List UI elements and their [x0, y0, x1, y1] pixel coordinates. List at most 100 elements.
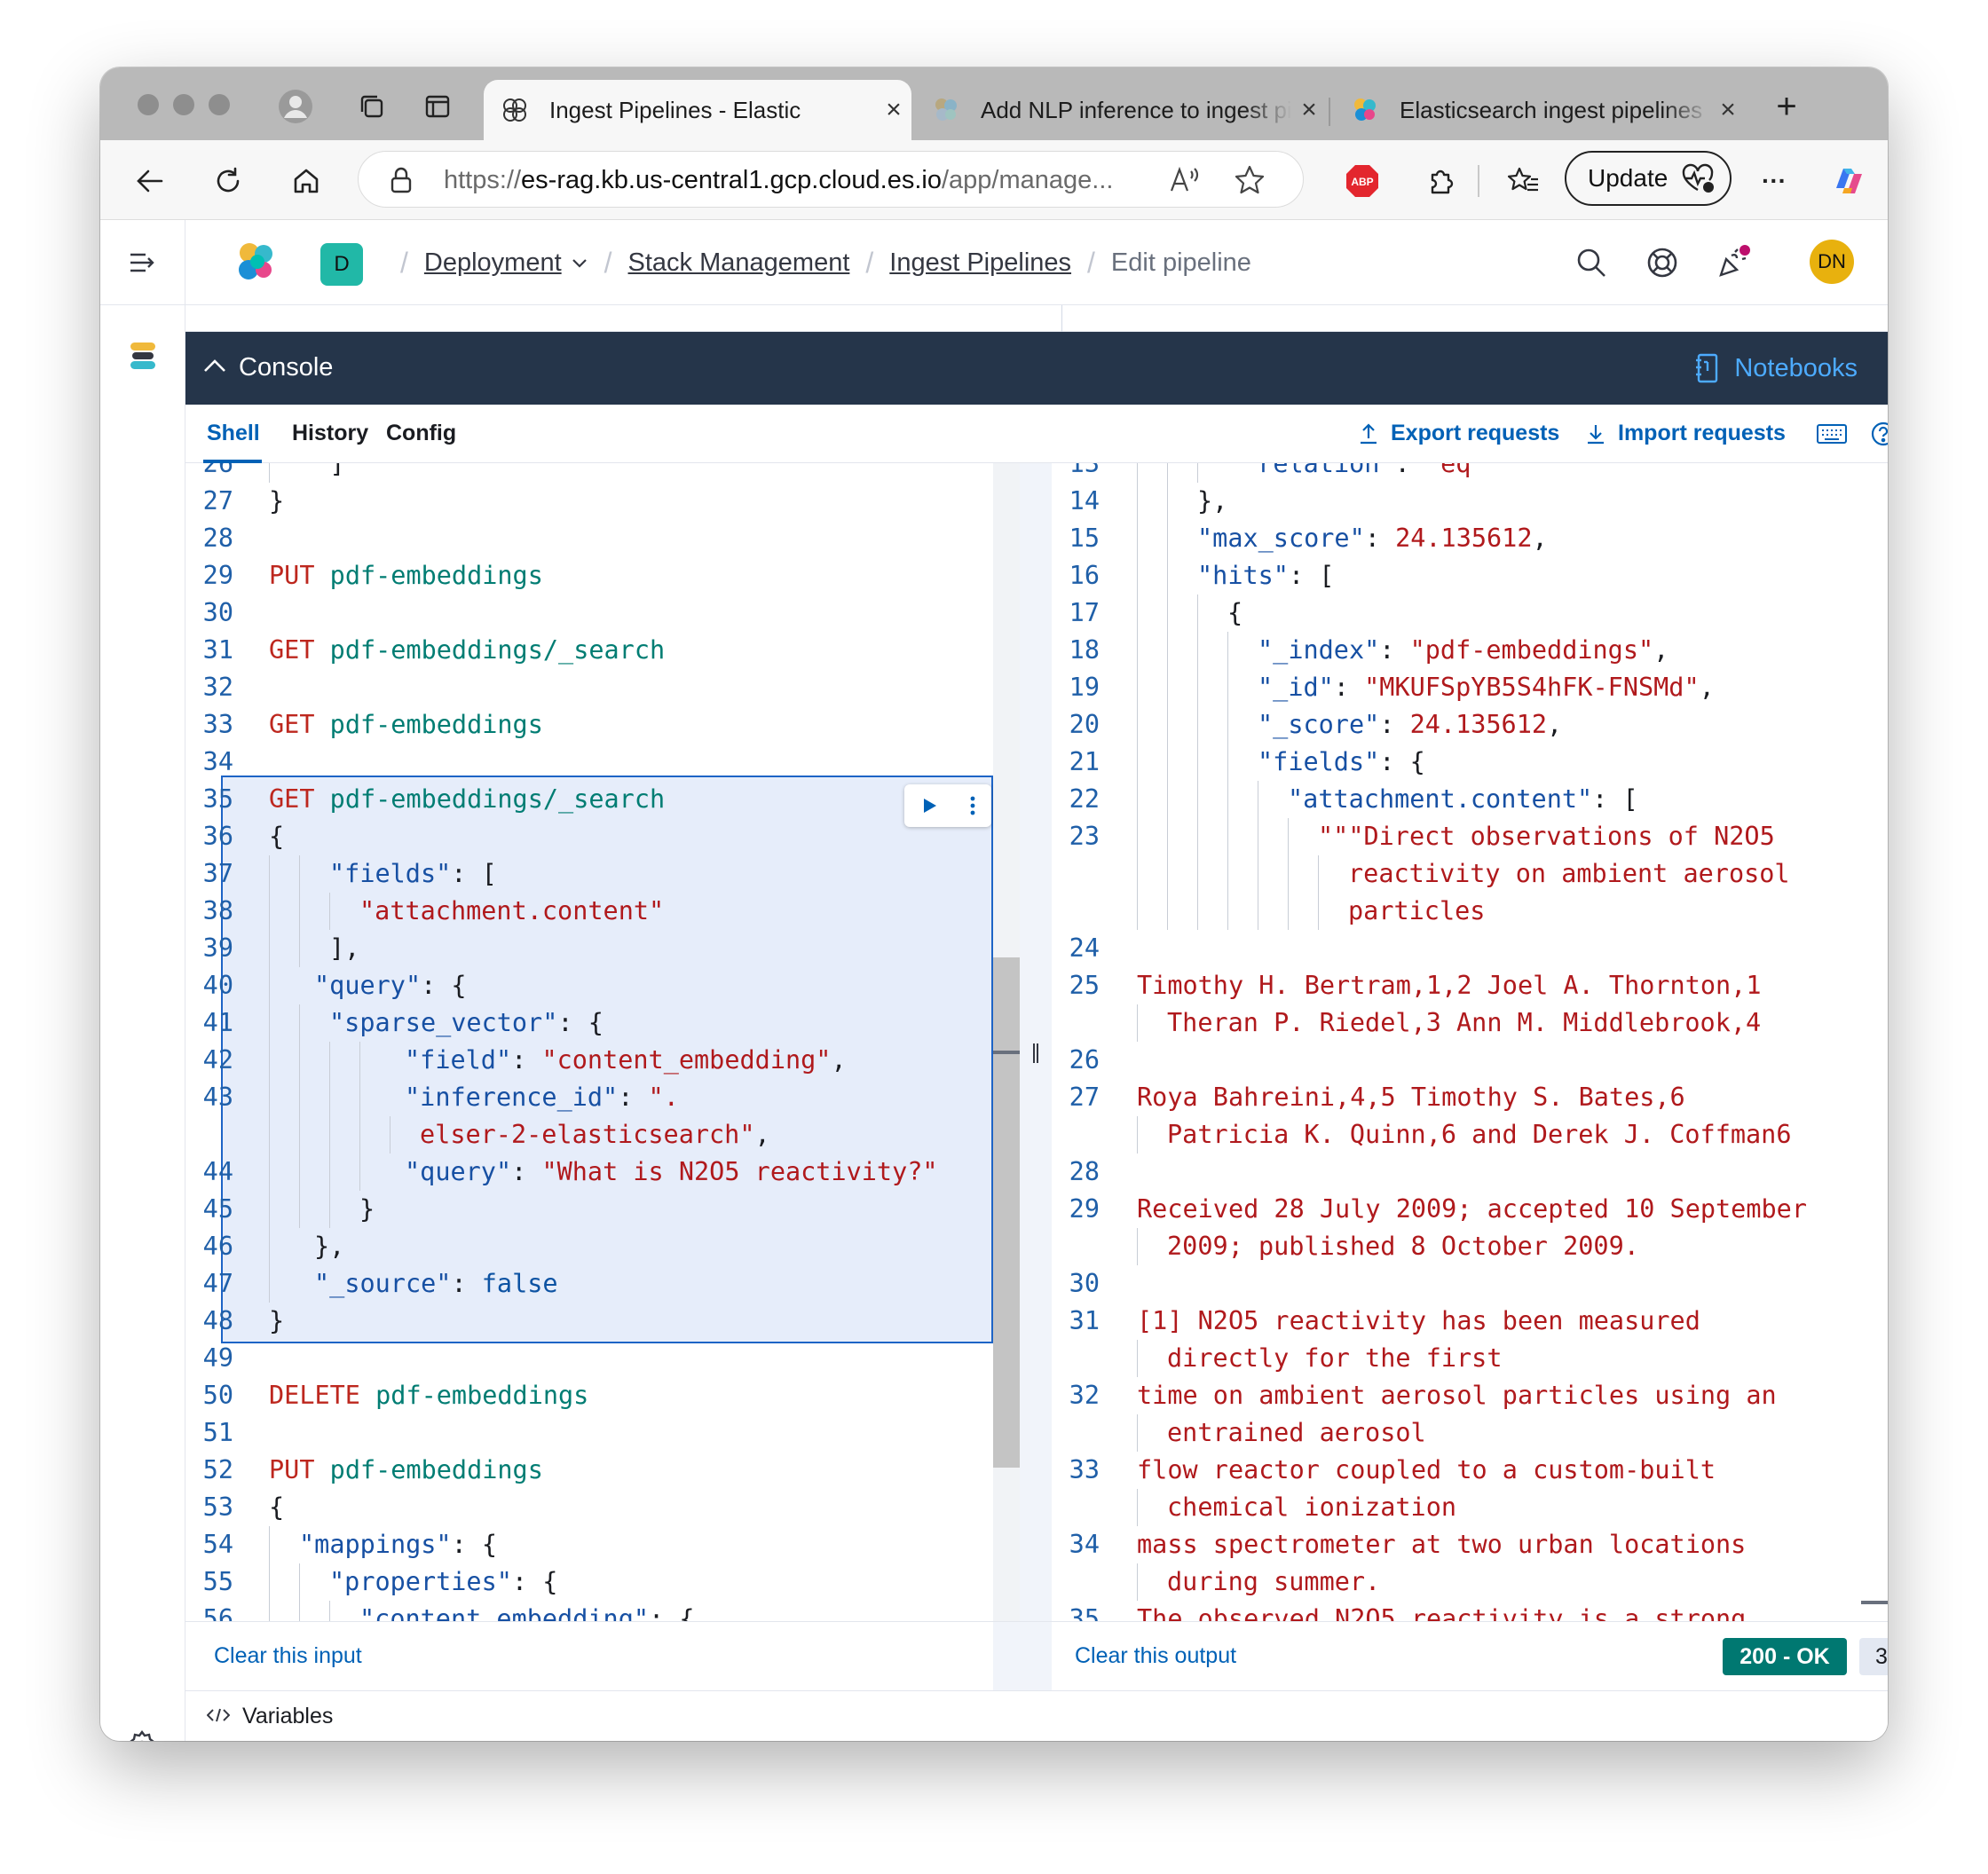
- output-scrollbar[interactable]: [1861, 463, 1888, 1621]
- gear-icon[interactable]: [125, 1729, 159, 1741]
- indent-guide: [299, 1154, 300, 1191]
- avatar[interactable]: DN: [1810, 240, 1854, 284]
- tab-ingest-pipelines[interactable]: Ingest Pipelines - Elastic ×: [484, 80, 911, 140]
- more-vertical-icon[interactable]: [969, 794, 976, 817]
- more-options-button[interactable]: ···: [1753, 160, 1795, 202]
- keyboard-icon[interactable]: [1817, 422, 1847, 450]
- code-token: pdf-embeddings: [375, 1381, 589, 1410]
- new-tab-button[interactable]: +: [1767, 87, 1806, 126]
- clear-output-button[interactable]: Clear this output: [1075, 1643, 1236, 1669]
- breadcrumb-stack-management[interactable]: Stack Management: [628, 248, 850, 278]
- line-number: 56: [202, 1604, 233, 1621]
- help-icon[interactable]: [1643, 243, 1682, 282]
- import-requests-button[interactable]: Import requests: [1586, 421, 1786, 446]
- minimize-window-button[interactable]: [173, 94, 194, 115]
- lock-icon[interactable]: [389, 166, 414, 194]
- console-header[interactable]: Console Notebooks: [185, 332, 1888, 405]
- code-text: {: [269, 1489, 284, 1526]
- tab-add-nlp-inference[interactable]: Add NLP inference to ingest pipelines ×: [915, 80, 1327, 140]
- breadcrumb-separator: /: [865, 247, 874, 279]
- indent-guide: [1197, 594, 1198, 632]
- code-text: 2009; published 8 October 2009.: [1167, 1228, 1639, 1265]
- variables-bar[interactable]: Variables: [185, 1690, 1888, 1741]
- url-text[interactable]: https://es-rag.kb.us-central1.gcp.cloud.…: [444, 166, 1136, 195]
- response-output[interactable]: 13 "relation": "eq" 14}, 15 "max_score": 24.…: [1052, 463, 1861, 1621]
- code-token: ,: [1699, 673, 1715, 702]
- address-bar[interactable]: https://es-rag.kb.us-central1.gcp.cloud.…: [358, 151, 1304, 208]
- tab-history[interactable]: History: [292, 421, 368, 446]
- close-icon[interactable]: ×: [876, 95, 911, 125]
- chevron-down-icon[interactable]: [571, 257, 588, 270]
- indent-guide: [1137, 893, 1138, 930]
- update-button[interactable]: Update: [1565, 151, 1732, 206]
- indent-guide: [1288, 855, 1289, 893]
- code-text: },: [1197, 483, 1227, 520]
- favorites-icon[interactable]: [1503, 160, 1545, 202]
- code-token: ],: [329, 933, 360, 963]
- code-token: "_source": [314, 1269, 452, 1298]
- refresh-icon[interactable]: [207, 160, 249, 202]
- maximize-window-button[interactable]: [209, 94, 230, 115]
- close-icon[interactable]: ×: [1710, 95, 1746, 125]
- question-icon[interactable]: [1870, 421, 1888, 452]
- code-token: ]: [299, 463, 345, 478]
- elastic-mark-icon[interactable]: [129, 341, 157, 375]
- indent-guide: [1167, 669, 1168, 706]
- code-text: "query": {: [314, 967, 467, 1004]
- export-requests-button[interactable]: Export requests: [1359, 421, 1559, 446]
- close-icon[interactable]: ×: [1291, 95, 1327, 125]
- breadcrumb-deployment[interactable]: Deployment: [424, 248, 562, 278]
- code-text: reactivity on ambient aerosol: [1348, 855, 1790, 893]
- newsfeed-icon[interactable]: [1714, 243, 1753, 282]
- chevron-up-icon[interactable]: [201, 353, 228, 380]
- breadcrumb-current: Edit pipeline: [1110, 248, 1251, 277]
- line-number: 44: [202, 1157, 233, 1186]
- deployment-badge[interactable]: D: [320, 243, 363, 286]
- line-number: 15: [1069, 524, 1100, 553]
- tab-shell[interactable]: Shell: [207, 421, 260, 446]
- tab-actions-icon[interactable]: [418, 87, 457, 126]
- code-token: "properties": [329, 1567, 512, 1596]
- breadcrumb-ingest-pipelines[interactable]: Ingest Pipelines: [889, 248, 1071, 278]
- notebooks-button[interactable]: Notebooks: [1695, 353, 1858, 383]
- elastic-logo-icon[interactable]: [233, 240, 280, 290]
- indent-guide: [1318, 855, 1319, 893]
- clear-input-button[interactable]: Clear this input: [214, 1643, 362, 1669]
- home-icon[interactable]: [285, 160, 327, 202]
- indent-guide: [1318, 893, 1319, 930]
- tab-config[interactable]: Config: [386, 421, 456, 446]
- code-token: }: [269, 486, 285, 516]
- play-icon[interactable]: [919, 796, 939, 815]
- tab-elasticsearch-ingest[interactable]: Elasticsearch ingest pipelines | Elastic…: [1334, 80, 1746, 140]
- resize-handle[interactable]: [1033, 1043, 1038, 1063]
- line-number: 39: [202, 933, 233, 963]
- editor-scrollbar-thumb[interactable]: [993, 957, 1020, 1468]
- code-token: ,: [754, 1120, 770, 1149]
- code-token: :: [451, 1269, 482, 1298]
- indent-guide: [329, 1042, 330, 1079]
- indent-guide: [269, 1563, 270, 1601]
- code-text: },: [314, 1228, 344, 1265]
- favorite-star-icon[interactable]: [1234, 164, 1266, 196]
- indent-guide: [269, 1265, 270, 1303]
- indent-guide: [1137, 1340, 1138, 1377]
- profile-icon[interactable]: [276, 87, 315, 126]
- indent-guide: [1137, 1414, 1138, 1452]
- copilot-icon[interactable]: [1827, 160, 1870, 202]
- read-aloud-icon[interactable]: [1168, 164, 1200, 196]
- indent-guide: [1137, 632, 1138, 669]
- extensions-icon[interactable]: [1419, 160, 1462, 202]
- search-icon[interactable]: [1572, 243, 1611, 282]
- request-editor[interactable]: 26 ] 27} 28 29 PUT pdf-embeddings 30 31 GET pdf…: [185, 463, 993, 1621]
- line-number: 47: [202, 1269, 233, 1298]
- adblock-icon[interactable]: ABP: [1341, 160, 1384, 202]
- panel-resizer[interactable]: [993, 463, 1052, 1621]
- indent-guide: [1167, 632, 1168, 669]
- indent-guide: [1167, 855, 1168, 893]
- sidebar-toggle-icon[interactable]: [100, 220, 185, 305]
- code-text: Theran P. Riedel,3 Ann M. Middlebrook,4: [1167, 1004, 1761, 1042]
- collections-icon[interactable]: [352, 87, 391, 126]
- close-window-button[interactable]: [138, 94, 159, 115]
- back-icon[interactable]: [129, 160, 171, 202]
- code-icon: [207, 1708, 230, 1722]
